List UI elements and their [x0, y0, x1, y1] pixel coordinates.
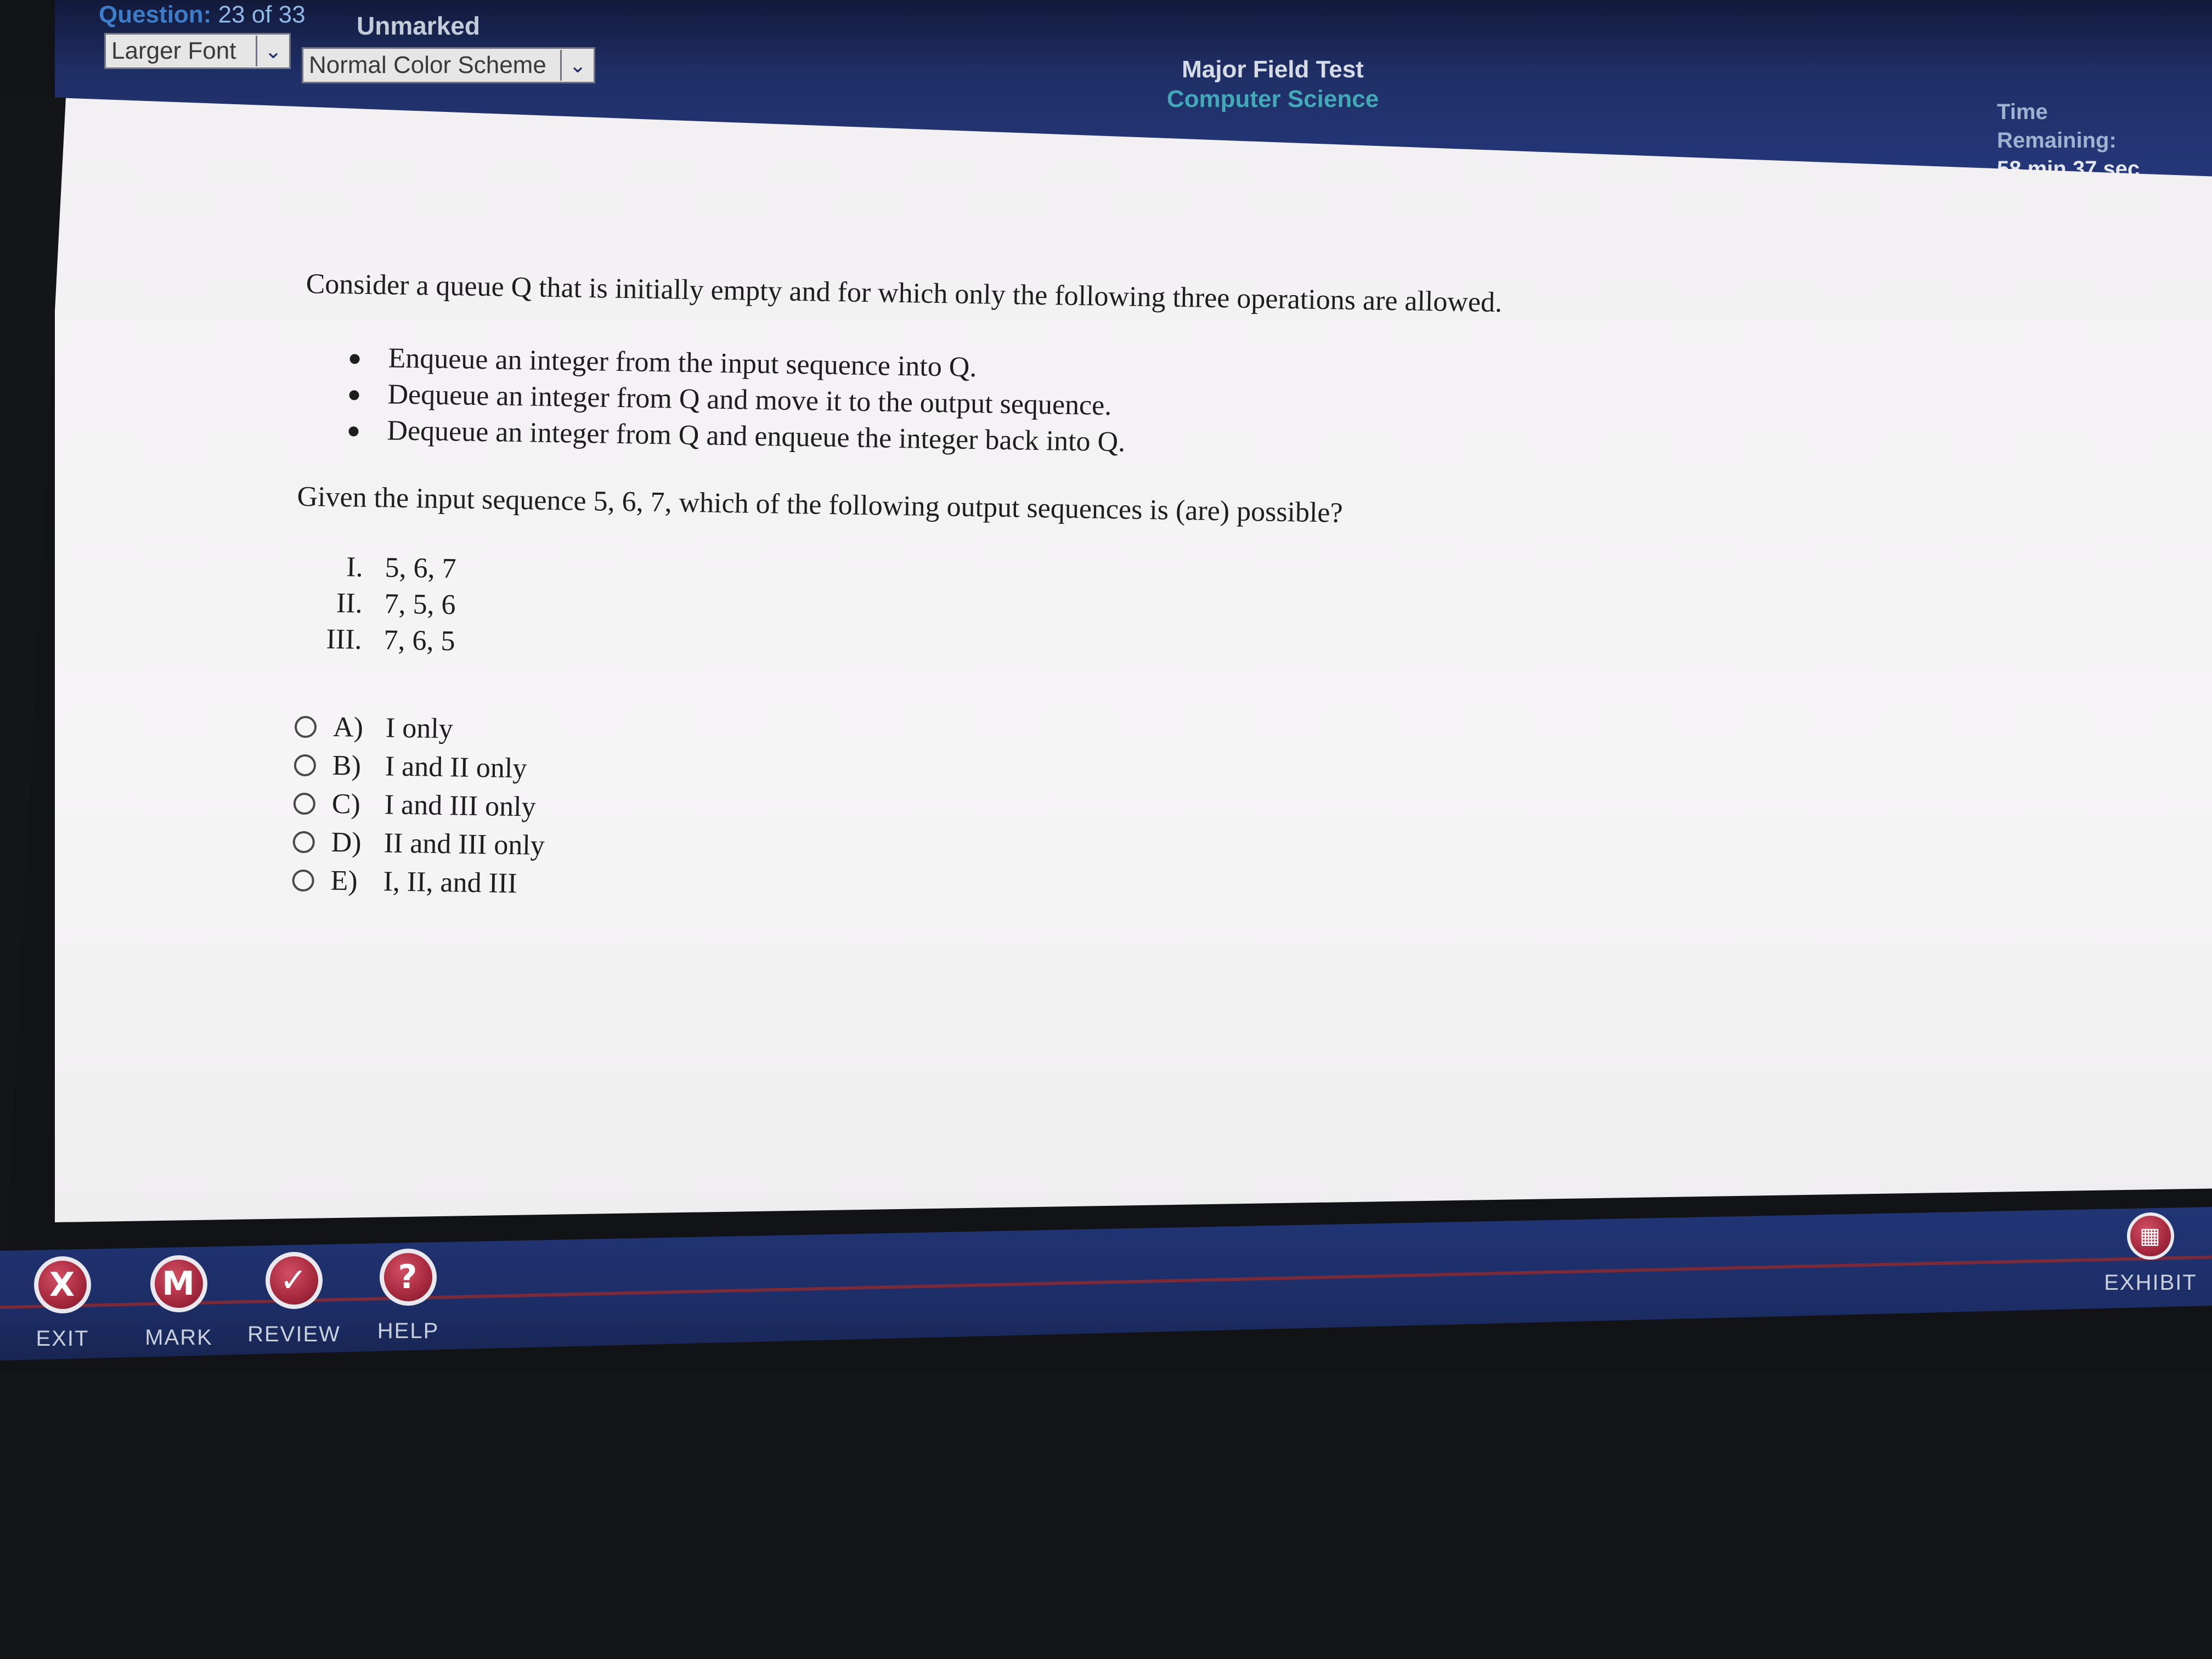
- exit-label: EXIT: [36, 1327, 89, 1351]
- exhibit-icon[interactable]: ▦: [2127, 1212, 2174, 1260]
- monitor-bezel: [0, 1372, 2212, 1659]
- list-item: I. 5, 6, 7: [302, 549, 456, 587]
- answer-choice-d[interactable]: D) II and III only: [292, 823, 545, 865]
- checkmark-icon[interactable]: ✓: [266, 1252, 323, 1309]
- choice-text: II and III only: [383, 827, 545, 861]
- choice-letter: B): [332, 749, 362, 782]
- exit-button[interactable]: X EXIT: [8, 1256, 117, 1351]
- roman-numeral: II.: [336, 587, 363, 619]
- sequence-value: 7, 6, 5: [383, 624, 455, 657]
- choice-letter: E): [330, 865, 358, 897]
- choice-text: I, II, and III: [383, 866, 518, 900]
- mark-icon[interactable]: M: [150, 1255, 207, 1312]
- roman-numeral: I.: [346, 551, 364, 583]
- question-content: Consider a queue Q that is initially emp…: [0, 0, 2212, 1346]
- exhibit-label: EXHIBIT: [2104, 1271, 2197, 1295]
- radio-button[interactable]: [294, 715, 317, 738]
- question-stem: Consider a queue Q that is initially emp…: [306, 268, 1503, 319]
- question-prompt: Given the input sequence 5, 6, 7, which …: [297, 481, 1344, 529]
- mark-button[interactable]: M MARK: [124, 1255, 234, 1350]
- choice-letter: A): [332, 711, 364, 743]
- choice-text: I and II only: [385, 751, 527, 785]
- radio-button[interactable]: [294, 754, 317, 777]
- sequence-value: 5, 6, 7: [385, 552, 457, 585]
- review-label: REVIEW: [247, 1322, 341, 1346]
- choice-text: I and III only: [384, 789, 537, 823]
- review-button[interactable]: ✓ REVIEW: [239, 1252, 349, 1347]
- radio-button[interactable]: [293, 792, 316, 815]
- answer-choice-e[interactable]: E) I, II, and III: [292, 861, 544, 904]
- answer-choices: A) I only B) I and II only C) I and III …: [292, 708, 547, 904]
- operations-list: Enqueue an integer from the input sequen…: [348, 340, 1127, 460]
- exhibit-button[interactable]: ▦ EXHIBIT: [2096, 1212, 2205, 1295]
- answer-choice-c[interactable]: C) I and III only: [293, 785, 545, 827]
- help-label: HELP: [377, 1319, 439, 1343]
- exit-icon[interactable]: X: [34, 1256, 91, 1313]
- roman-numeral: III.: [326, 623, 362, 656]
- list-item: II. 7, 5, 6: [302, 585, 456, 623]
- sequence-list: I. 5, 6, 7 II. 7, 5, 6 III. 7, 6, 5: [301, 549, 456, 659]
- answer-choice-a[interactable]: A) I only: [294, 708, 546, 750]
- radio-button[interactable]: [292, 831, 315, 854]
- choice-text: I only: [385, 712, 454, 745]
- answer-choice-b[interactable]: B) I and II only: [294, 746, 546, 788]
- sequence-value: 7, 5, 6: [384, 588, 456, 621]
- choice-letter: C): [331, 788, 361, 820]
- choice-letter: D): [331, 826, 362, 859]
- question-mark-icon[interactable]: ?: [380, 1249, 437, 1306]
- help-button[interactable]: ? HELP: [353, 1249, 463, 1344]
- mark-label: MARK: [145, 1325, 213, 1350]
- radio-button[interactable]: [292, 869, 314, 892]
- list-item: III. 7, 6, 5: [301, 621, 455, 659]
